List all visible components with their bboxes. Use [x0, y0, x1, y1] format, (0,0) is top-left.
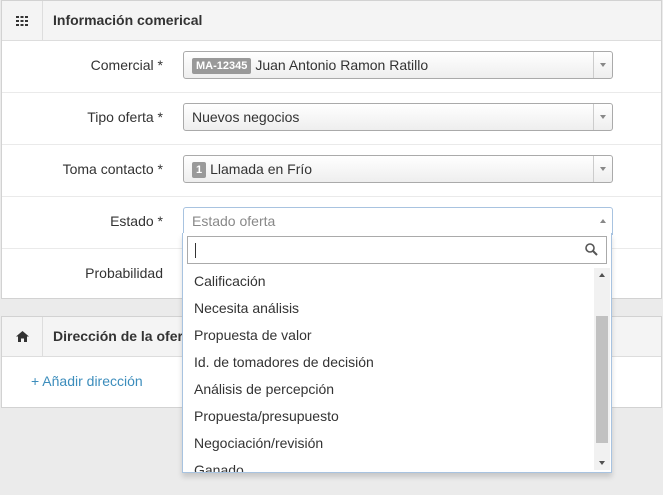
grid-icon — [2, 1, 43, 40]
comercial-select[interactable]: MA-12345 Juan Antonio Ramon Ratillo — [183, 51, 613, 79]
panel-title: Información comerical — [53, 12, 203, 28]
comercial-value: Juan Antonio Ramon Ratillo — [255, 57, 429, 73]
panel-title: Dirección de la oferta — [53, 328, 196, 344]
scrollbar-thumb[interactable] — [596, 316, 608, 443]
search-icon — [585, 243, 598, 259]
tipo-oferta-select[interactable]: Nuevos negocios — [183, 103, 613, 131]
estado-placeholder: Estado oferta — [192, 213, 276, 229]
option-item[interactable]: Necesita análisis — [183, 295, 594, 322]
option-item[interactable]: Propuesta/presupuesto — [183, 403, 594, 430]
toma-contacto-badge: 1 — [192, 162, 207, 178]
text-cursor — [195, 243, 196, 258]
dropdown-scrollbar[interactable] — [594, 268, 610, 470]
comercial-code-badge: MA-12345 — [192, 58, 252, 74]
toma-contacto-label: Toma contacto * — [62, 161, 163, 177]
tipo-oferta-row: Tipo oferta * Nuevos negocios — [2, 92, 661, 145]
dropdown-results: Calificación Necesita análisis Propuesta… — [183, 268, 594, 472]
dropdown-search-input[interactable] — [188, 237, 584, 263]
chevron-up-icon[interactable] — [594, 208, 612, 234]
toma-contacto-value: Llamada en Frío — [210, 161, 313, 177]
tipo-oferta-value: Nuevos negocios — [192, 109, 300, 125]
toma-contacto-row: Toma contacto * 1 Llamada en Frío — [2, 144, 661, 197]
dropdown-search-box[interactable] — [187, 236, 607, 264]
estado-select[interactable]: Estado oferta — [183, 207, 613, 235]
chevron-down-icon[interactable] — [593, 52, 612, 78]
option-item[interactable]: Negociación/revisión — [183, 430, 594, 457]
option-item[interactable]: Ganado — [183, 457, 594, 472]
toma-contacto-select[interactable]: 1 Llamada en Frío — [183, 155, 613, 183]
option-item[interactable]: Id. de tomadores de decisión — [183, 349, 594, 376]
option-item[interactable]: Propuesta de valor — [183, 322, 594, 349]
scroll-down-arrow-icon[interactable] — [594, 456, 610, 470]
panel-header: Información comerical — [2, 1, 661, 41]
comercial-row: Comercial * MA-12345 Juan Antonio Ramon R… — [2, 40, 661, 93]
estado-label: Estado * — [110, 213, 163, 229]
add-address-link[interactable]: + Añadir dirección — [31, 373, 143, 389]
home-icon — [2, 317, 43, 356]
tipo-oferta-label: Tipo oferta * — [87, 109, 163, 125]
option-item[interactable]: Calificación — [183, 268, 594, 295]
probabilidad-label: Probabilidad — [85, 265, 163, 281]
comercial-label: Comercial * — [90, 57, 163, 73]
option-item[interactable]: Análisis de percepción — [183, 376, 594, 403]
scroll-up-arrow-icon[interactable] — [594, 268, 610, 282]
estado-dropdown: Calificación Necesita análisis Propuesta… — [182, 233, 612, 473]
chevron-down-icon[interactable] — [593, 104, 612, 130]
chevron-down-icon[interactable] — [593, 156, 612, 182]
